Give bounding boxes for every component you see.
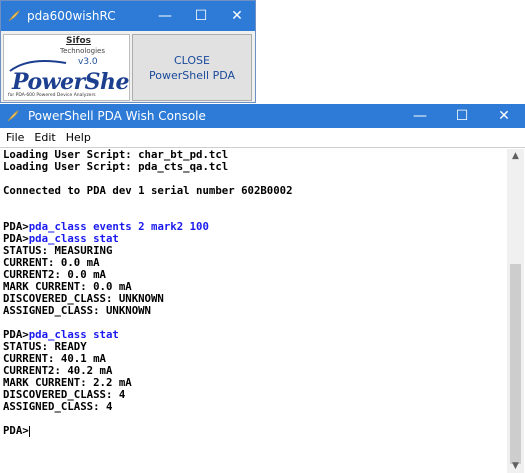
console-line: Loading User Script: pda_cts_qa.tcl [3,161,503,173]
menu-help[interactable]: Help [66,131,91,144]
console-text: ASSIGNED_CLASS: UNKNOWN [3,304,151,317]
console-text: Connected to PDA dev 1 serial number 602… [3,184,293,197]
console-line: ASSIGNED_CLASS: UNKNOWN [3,305,503,317]
console-titlebar[interactable]: PowerShell PDA Wish Console — ☐ ✕ [0,104,525,128]
close-powershell-pda-button[interactable]: CLOSE PowerShell PDA [132,34,252,101]
maximize-button[interactable]: ☐ [183,8,219,24]
vertical-scrollbar[interactable]: ▲ ▼ [507,149,524,473]
text-cursor [28,425,30,437]
powershell-logo-button[interactable]: Sifos Technologies v3.0 PowerShell for P… [3,34,130,101]
logo-version: v3.0 [78,57,98,67]
launcher-window: pda600wishRC — ☐ ✕ Sifos Technologies v3… [0,0,256,103]
menu-edit[interactable]: Edit [34,131,55,144]
console-line: PDA> [3,425,503,437]
console-line: Connected to PDA dev 1 serial number 602… [3,185,503,197]
console-text: Loading User Script: pda_cts_qa.tcl [3,160,229,173]
close-button-label-line1: CLOSE [173,53,210,67]
logo-tagline: for PDA-600 Powered Device Analyzers [8,93,96,98]
feather-app-icon [7,110,19,122]
logo-brand: Sifos [66,36,92,46]
menu-bar: File Edit Help [0,128,525,148]
launcher-title: pda600wishRC [27,9,116,23]
logo-subtitle: Technologies [60,47,105,55]
console-window: PowerShell PDA Wish Console — ☐ ✕ File E… [0,104,525,473]
scroll-up-arrow-icon[interactable]: ▲ [507,151,524,161]
console-title: PowerShell PDA Wish Console [28,109,206,123]
maximize-button[interactable]: ☐ [441,108,483,124]
minimize-button[interactable]: — [399,108,441,124]
menu-file[interactable]: File [6,131,24,144]
scroll-down-arrow-icon[interactable]: ▼ [507,461,524,471]
close-window-button[interactable]: ✕ [483,108,525,124]
console-output[interactable]: Loading User Script: char_bt_pd.tcl Loadi… [3,149,503,473]
close-button-label-line2: PowerShell PDA [148,68,236,82]
close-window-button[interactable]: ✕ [219,8,255,24]
feather-app-icon [8,10,20,22]
console-prompt: PDA> [3,424,29,437]
minimize-button[interactable]: — [147,8,183,24]
console-text: ASSIGNED_CLASS: 4 [3,400,113,413]
scrollbar-thumb[interactable] [510,264,521,464]
launcher-titlebar[interactable]: pda600wishRC — ☐ ✕ [1,1,255,31]
console-line: ASSIGNED_CLASS: 4 [3,401,503,413]
logo-product: PowerShell [12,69,130,95]
